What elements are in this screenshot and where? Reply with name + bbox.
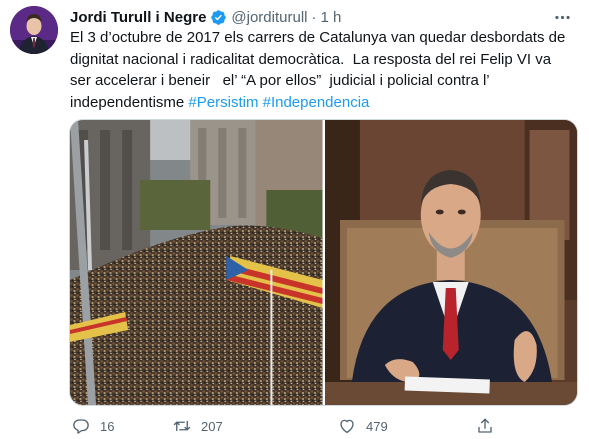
hashtag-link[interactable]: #Persistim bbox=[188, 94, 258, 111]
tweet-text: El 3 d’octubre de 2017 els carrers de Ca… bbox=[70, 27, 575, 113]
avatar-image bbox=[10, 6, 58, 54]
reply-count: 16 bbox=[100, 418, 115, 434]
retweet-button[interactable]: 207 bbox=[173, 417, 223, 435]
verified-badge-icon bbox=[211, 9, 227, 25]
heart-icon bbox=[340, 419, 354, 434]
retweet-count: 207 bbox=[201, 418, 223, 434]
avatar[interactable] bbox=[10, 6, 58, 54]
tweet-header: Jordi Turull i Negre @jorditurull · 1 h bbox=[70, 7, 573, 27]
crowd-image bbox=[70, 120, 323, 405]
photo-speech[interactable] bbox=[324, 120, 577, 405]
reply-button[interactable]: 16 bbox=[72, 417, 114, 435]
photo-crowd[interactable] bbox=[70, 120, 323, 405]
timestamp[interactable]: 1 h bbox=[321, 9, 342, 26]
like-button[interactable]: 479 bbox=[338, 417, 388, 435]
share-icon bbox=[478, 418, 492, 433]
separator-dot: · bbox=[311, 8, 317, 26]
more-options-icon bbox=[554, 15, 570, 19]
like-count: 479 bbox=[366, 418, 388, 434]
share-button[interactable] bbox=[476, 417, 494, 435]
speech-image bbox=[324, 120, 577, 405]
author-name[interactable]: Jordi Turull i Negre bbox=[70, 9, 206, 26]
retweet-icon bbox=[173, 420, 191, 432]
tweet-media bbox=[69, 119, 578, 406]
reply-icon bbox=[73, 419, 89, 434]
author-handle[interactable]: @jorditurull bbox=[231, 9, 307, 26]
action-bar: 16 207 479 bbox=[70, 414, 510, 438]
hashtag-link[interactable]: #Independencia bbox=[263, 94, 370, 111]
